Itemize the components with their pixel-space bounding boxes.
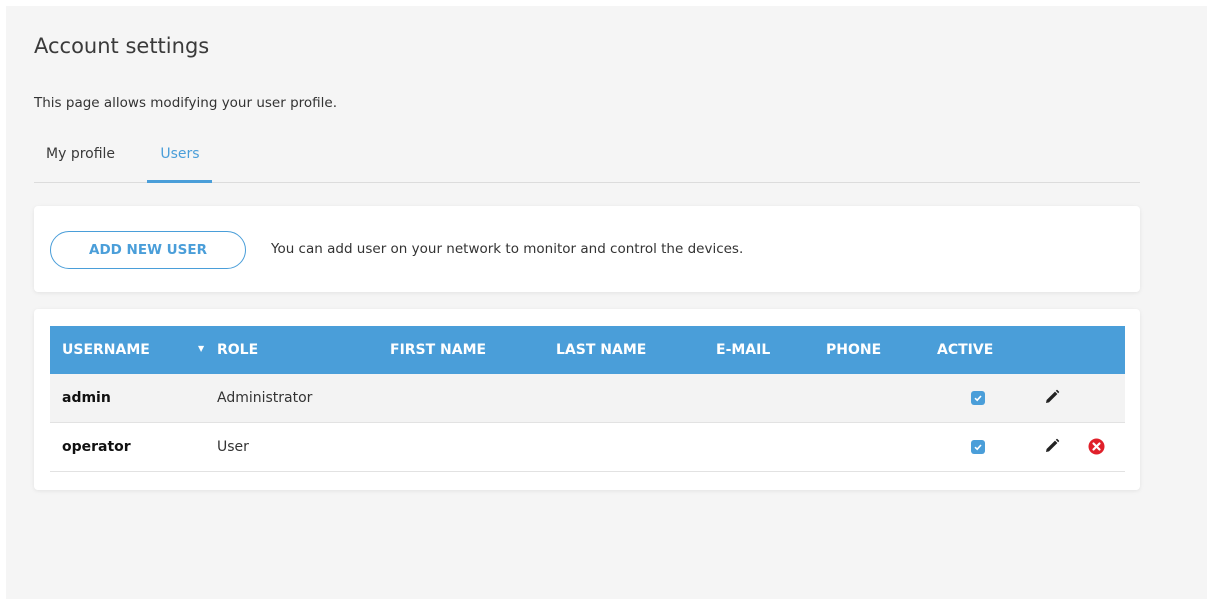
active-checkbox[interactable]	[971, 391, 985, 405]
account-settings-page: Account settings This page allows modify…	[6, 6, 1207, 599]
column-header-first-name[interactable]: FIRST NAME	[390, 326, 486, 374]
edit-icon[interactable]	[1043, 437, 1061, 455]
table-row: operator User	[50, 423, 1125, 472]
tab-users[interactable]: Users	[148, 146, 212, 176]
role-cell: User	[217, 439, 249, 455]
active-tab-indicator	[147, 180, 212, 183]
username-cell: admin	[62, 390, 111, 406]
column-header-last-name[interactable]: LAST NAME	[556, 326, 646, 374]
page-title: Account settings	[34, 34, 210, 58]
tab-bar: My profile Users	[34, 142, 1140, 183]
delete-icon[interactable]	[1088, 438, 1105, 455]
edit-icon[interactable]	[1043, 388, 1061, 406]
active-checkbox[interactable]	[971, 440, 985, 454]
users-table-card: USERNAME ▼ ROLE FIRST NAME LAST NAME E-M…	[34, 309, 1140, 490]
column-header-role[interactable]: ROLE	[217, 326, 258, 374]
tab-my-profile[interactable]: My profile	[46, 146, 115, 176]
username-cell: operator	[62, 439, 131, 455]
column-header-username[interactable]: USERNAME	[62, 326, 150, 374]
column-header-phone[interactable]: PHONE	[826, 326, 881, 374]
column-header-email[interactable]: E-MAIL	[716, 326, 770, 374]
table-header: USERNAME ▼ ROLE FIRST NAME LAST NAME E-M…	[50, 326, 1125, 374]
checkmark-icon	[974, 395, 982, 402]
add-user-card: ADD NEW USER You can add user on your ne…	[34, 206, 1140, 292]
checkmark-icon	[974, 444, 982, 451]
role-cell: Administrator	[217, 390, 313, 406]
add-user-hint: You can add user on your network to moni…	[271, 241, 744, 257]
column-header-active[interactable]: ACTIVE	[937, 326, 993, 374]
add-new-user-button[interactable]: ADD NEW USER	[50, 231, 246, 269]
sort-desc-icon[interactable]: ▼	[198, 326, 204, 374]
page-description: This page allows modifying your user pro…	[34, 95, 338, 111]
table-row: admin Administrator	[50, 374, 1125, 423]
